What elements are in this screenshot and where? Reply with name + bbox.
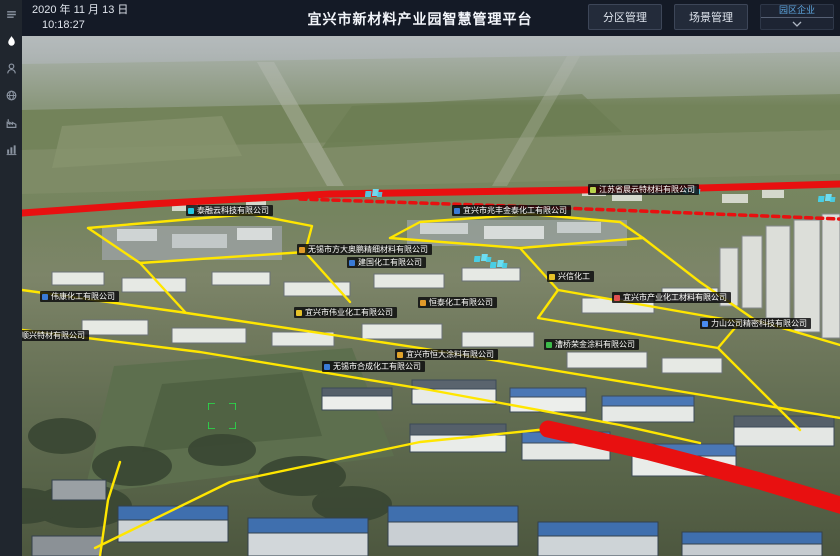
company-label[interactable]: 宜兴市伟业化工有限公司 [294,307,397,318]
map-3d-view[interactable]: 泰融云科技有限公司 宜兴市兆丰金泰化工有限公司无锡市方大奥鹏精细材料有限公司建国化… [22,36,840,556]
company-icon [546,342,552,348]
chevron-down-icon [761,18,833,28]
company-label[interactable]: 宜兴市恒大涂料有限公司 [395,349,498,360]
menu-icon[interactable] [3,6,19,22]
company-label[interactable]: 力山公司精密科技有限公司 [700,318,811,329]
company-label[interactable]: 建国化工有限公司 [347,257,426,268]
company-label-text: 无锡市方大奥鹏精细材料有限公司 [308,244,428,255]
chart-icon[interactable] [3,141,19,157]
scene-management-button[interactable]: 场景管理 [674,4,748,30]
company-icon [188,208,194,214]
company-label-text: 伟康化工有限公司 [51,291,115,302]
company-label-text: 力山公司精密科技有限公司 [711,318,807,329]
company-label-text: 兴信化工 [558,271,590,282]
company-icon [42,294,48,300]
company-icon [299,247,305,253]
company-icon [324,364,330,370]
top-bar: 2020 年 11 月 13 日 10:18:27 宜兴市新材料产业园智慧管理平… [0,0,840,36]
topbar-actions: 分区管理 场景管理 园区企业 [588,4,834,30]
company-label-text: 宜兴市产业化工材料有限公司 [623,292,727,303]
sensor-marker-3d[interactable] [490,257,508,275]
zone-management-button[interactable]: 分区管理 [588,4,662,30]
company-label[interactable]: 无锡市方大奥鹏精细材料有限公司 [297,244,432,255]
selection-reticle [208,403,236,429]
company-icon [420,300,426,306]
company-label-text: 宜兴市恒大涂料有限公司 [406,349,494,360]
company-label-text: 泰融云科技有限公司 [197,205,269,216]
company-label[interactable]: 伟康化工有限公司 [40,291,119,302]
company-label[interactable]: 漕桥荣金涂料有限公司 [544,339,639,350]
company-label[interactable]: 兴市顺兴特材有限公司 [22,330,89,341]
company-label-text: 宜兴市兆丰金泰化工有限公司 [463,205,567,216]
company-label-text: 恒泰化工有限公司 [429,297,493,308]
company-label[interactable]: 泰融云科技有限公司 [186,205,273,216]
company-icon [702,321,708,327]
sidebar [0,0,22,556]
flame-icon[interactable] [3,33,19,49]
company-label-text: 漕桥荣金涂料有限公司 [555,339,635,350]
company-label-text: 建国化工有限公司 [358,257,422,268]
company-label-text: 宜兴市伟业化工有限公司 [305,307,393,318]
company-label[interactable]: 宜兴市兆丰金泰化工有限公司 [452,205,571,216]
company-label-text: 兴市顺兴特材有限公司 [22,330,85,341]
company-icon [397,352,403,358]
sensor-marker-3d[interactable] [818,191,836,209]
company-label[interactable]: 江苏省晨云特材料有限公司 [588,184,699,195]
factory-icon[interactable] [3,114,19,130]
company-label-text: 无锡市合成化工有限公司 [333,361,421,372]
app-window: 泰融云科技有限公司 宜兴市兆丰金泰化工有限公司无锡市方大奥鹏精细材料有限公司建国化… [0,0,840,556]
company-icon [296,310,302,316]
company-label[interactable]: 无锡市合成化工有限公司 [322,361,425,372]
company-icon [549,274,555,280]
sensor-marker-3d[interactable] [365,186,383,204]
company-icon [590,187,596,193]
company-label[interactable]: 恒泰化工有限公司 [418,297,497,308]
company-label[interactable]: 宜兴市产业化工材料有限公司 [612,292,731,303]
company-icon [349,260,355,266]
globe-icon[interactable] [3,87,19,103]
dropdown-label: 园区企业 [761,5,833,18]
company-label-text: 江苏省晨云特材料有限公司 [599,184,695,195]
company-label[interactable]: 兴信化工 [547,271,594,282]
company-icon [454,208,460,214]
park-enterprise-dropdown[interactable]: 园区企业 [760,4,834,30]
company-icon [614,295,620,301]
user-icon[interactable] [3,60,19,76]
